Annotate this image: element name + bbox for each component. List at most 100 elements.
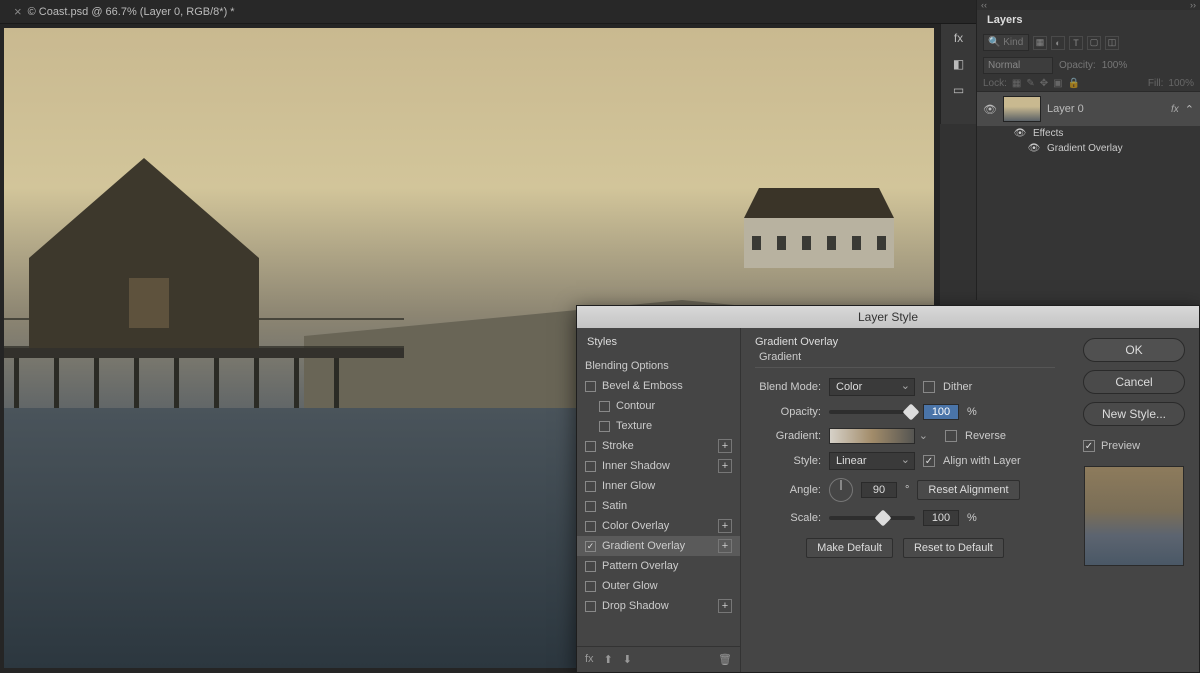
stroke-row[interactable]: Stroke+ (577, 436, 740, 456)
add-icon[interactable]: + (718, 459, 732, 473)
opacity-label: Opacity: (1059, 60, 1096, 71)
add-icon[interactable]: + (718, 539, 732, 553)
checkbox[interactable] (585, 521, 596, 532)
filter-pixel-icon[interactable]: ▦ (1033, 36, 1047, 50)
blend-mode-select[interactable]: Color (829, 378, 915, 396)
pattern-overlay-row[interactable]: Pattern Overlay (577, 556, 740, 576)
angle-dial[interactable] (829, 478, 853, 502)
angle-input[interactable]: 90 (861, 482, 897, 498)
filter-type-icon[interactable]: T (1069, 36, 1083, 50)
inner-glow-row[interactable]: Inner Glow (577, 476, 740, 496)
checkbox[interactable] (599, 401, 610, 412)
style-preview-swatch (1084, 466, 1184, 566)
lock-artboard-icon[interactable]: ▣ (1053, 78, 1062, 89)
section-title: Gradient Overlay (755, 336, 1055, 348)
add-icon[interactable]: + (718, 599, 732, 613)
trash-icon[interactable]: 🗑 (718, 653, 732, 666)
search-icon: 🔍 (988, 37, 1000, 48)
checkbox[interactable] (585, 381, 596, 392)
layer-thumbnail[interactable] (1003, 96, 1041, 122)
properties-panel-icon[interactable]: ▭ (949, 82, 969, 98)
lock-move-icon[interactable]: ✥ (1040, 78, 1048, 89)
contour-row[interactable]: Contour (577, 396, 740, 416)
opacity-slider[interactable] (829, 410, 915, 414)
filter-shape-icon[interactable]: ▢ (1087, 36, 1101, 50)
outer-glow-row[interactable]: Outer Glow (577, 576, 740, 596)
effects-row[interactable]: 👁 Effects (977, 126, 1200, 141)
visibility-icon[interactable]: 👁 (1027, 143, 1041, 154)
align-checkbox[interactable]: ✓ (923, 455, 935, 467)
dialog-titlebar[interactable]: Layer Style (577, 306, 1199, 328)
ok-button[interactable]: OK (1083, 338, 1185, 362)
inner-shadow-row[interactable]: Inner Shadow+ (577, 456, 740, 476)
styles-header[interactable]: Styles (577, 328, 740, 356)
layers-panel: ‹‹ ›› Layers 🔍 Kind ▦ ◐ T ▢ ◫ Normal Opac… (976, 0, 1200, 300)
filter-smart-icon[interactable]: ◫ (1105, 36, 1119, 50)
panel-menu-icon[interactable]: ›› (1190, 0, 1196, 10)
checkbox[interactable]: ✓ (585, 541, 596, 552)
add-icon[interactable]: + (718, 519, 732, 533)
preview-checkbox[interactable]: ✓ (1083, 440, 1095, 452)
document-tab[interactable]: × © Coast.psd @ 66.7% (Layer 0, RGB/8*) … (6, 4, 243, 19)
lock-all-icon[interactable]: 🔒 (1068, 78, 1080, 89)
reset-default-button[interactable]: Reset to Default (903, 538, 1004, 558)
make-default-button[interactable]: Make Default (806, 538, 893, 558)
new-style-button[interactable]: New Style... (1083, 402, 1185, 426)
gradient-overlay-row[interactable]: ✓Gradient Overlay+ (577, 536, 740, 556)
collapse-fx-icon[interactable]: ⌃ (1185, 103, 1194, 116)
checkbox[interactable] (585, 561, 596, 572)
blending-options-row[interactable]: Blending Options (577, 356, 740, 376)
move-down-icon[interactable]: ⬇ (623, 653, 632, 666)
visibility-icon[interactable]: 👁 (983, 103, 997, 116)
layer-fx-badge[interactable]: fx (1171, 104, 1179, 115)
layers-panel-title[interactable]: Layers (977, 10, 1200, 30)
color-overlay-row[interactable]: Color Overlay+ (577, 516, 740, 536)
blend-mode-select[interactable]: Normal (983, 57, 1053, 74)
checkbox[interactable] (585, 601, 596, 612)
layer-row[interactable]: 👁 Layer 0 fx ⌃ (977, 91, 1200, 126)
close-tab-icon[interactable]: × (14, 4, 22, 19)
checkbox[interactable] (599, 421, 610, 432)
layer-filter-kind[interactable]: 🔍 Kind (983, 34, 1029, 51)
scale-slider[interactable] (829, 516, 915, 520)
checkbox[interactable] (585, 441, 596, 452)
texture-row[interactable]: Texture (577, 416, 740, 436)
opacity-input[interactable]: 100 (923, 404, 959, 420)
lock-brush-icon[interactable]: ✎ (1026, 78, 1034, 89)
lock-transparent-icon[interactable]: ▦ (1012, 78, 1021, 89)
opacity-label: Opacity: (755, 406, 821, 418)
fill-value[interactable]: 100% (1168, 78, 1194, 89)
layer-name[interactable]: Layer 0 (1047, 103, 1165, 115)
section-subtitle: Gradient (755, 351, 1055, 368)
scale-input[interactable]: 100 (923, 510, 959, 526)
checkbox[interactable] (585, 461, 596, 472)
checkbox[interactable] (585, 481, 596, 492)
visibility-icon[interactable]: 👁 (1013, 128, 1027, 139)
cancel-button[interactable]: Cancel (1083, 370, 1185, 394)
filter-adjust-icon[interactable]: ◐ (1051, 36, 1065, 50)
dither-label: Dither (943, 381, 972, 393)
reverse-checkbox[interactable] (945, 430, 957, 442)
opacity-value[interactable]: 100% (1102, 60, 1128, 71)
add-icon[interactable]: + (718, 439, 732, 453)
move-up-icon[interactable]: ⬆ (604, 653, 613, 666)
bevel-emboss-row[interactable]: Bevel & Emboss (577, 376, 740, 396)
adjustments-panel-icon[interactable]: ◧ (949, 56, 969, 72)
satin-row[interactable]: Satin (577, 496, 740, 516)
dither-checkbox[interactable] (923, 381, 935, 393)
checkbox[interactable] (585, 581, 596, 592)
panel-dock-icons: fx ◧ ▭ (940, 24, 976, 124)
scale-label: Scale: (755, 512, 821, 524)
effect-gradient-overlay-row[interactable]: 👁 Gradient Overlay (977, 141, 1200, 156)
angle-label: Angle: (755, 484, 821, 496)
drop-shadow-row[interactable]: Drop Shadow+ (577, 596, 740, 616)
checkbox[interactable] (585, 501, 596, 512)
fx-menu-icon[interactable]: fx (585, 653, 594, 666)
gradient-picker[interactable] (829, 428, 915, 444)
fx-panel-icon[interactable]: fx (949, 30, 969, 46)
document-tab-title: © Coast.psd @ 66.7% (Layer 0, RGB/8*) * (28, 6, 235, 18)
style-select[interactable]: Linear (829, 452, 915, 470)
reset-alignment-button[interactable]: Reset Alignment (917, 480, 1019, 500)
dialog-title: Layer Style (858, 310, 918, 324)
collapse-icon[interactable]: ‹‹ (981, 0, 987, 10)
